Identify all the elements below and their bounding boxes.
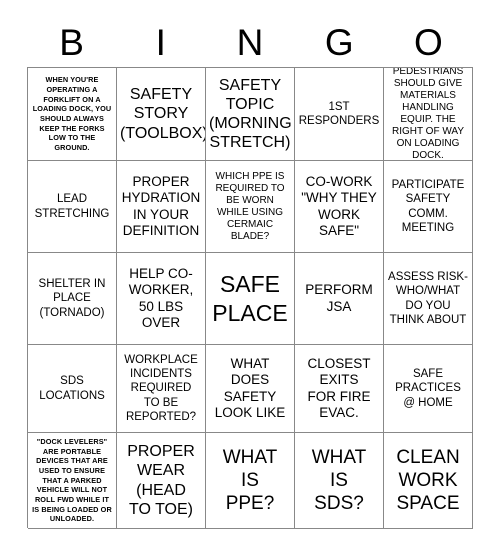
bingo-cell[interactable]: SHELTER IN PLACE (TORNADO): [28, 253, 117, 345]
bingo-cell[interactable]: PROPER WEAR (HEAD TO TOE): [117, 433, 206, 529]
bingo-cell-label: PROPER WEAR (HEAD TO TOE): [127, 443, 195, 518]
bingo-cell-label: WHAT IS SDS?: [311, 446, 367, 515]
bingo-cell[interactable]: "DOCK LEVELERS" ARE PORTABLE DEVICES THA…: [28, 433, 117, 529]
header-letter-n: N: [236, 22, 264, 63]
bingo-cell[interactable]: WHICH PPE IS REQUIRED TO BE WORN WHILE U…: [206, 161, 295, 253]
bingo-cell[interactable]: SAFE PRACTICES @ HOME: [384, 345, 473, 433]
bingo-cell-label: SAFETY TOPIC (MORNING STRETCH): [209, 76, 292, 152]
bingo-cell-label: WHAT DOES SAFETY LOOK LIKE: [214, 356, 286, 420]
header-letter-g: G: [324, 22, 354, 63]
header-letter-o: O: [414, 22, 443, 63]
bingo-cell-label: ASSESS RISK-WHO/WHAT DO YOU THINK ABOUT: [388, 271, 468, 326]
bingo-cell[interactable]: SAFETY STORY (TOOLBOX): [117, 68, 206, 161]
bingo-cell-label: LEAD STRETCHING: [34, 193, 110, 220]
bingo-cell[interactable]: PARTICIPATE SAFETY COMM. MEETING: [384, 161, 473, 253]
bingo-cell[interactable]: HELP CO- WORKER, 50 LBS OVER: [117, 253, 206, 345]
bingo-cell-label: CO-WORK "WHY THEY WORK SAFE": [301, 174, 377, 238]
bingo-cell[interactable]: WHEN YOU'RE OPERATING A FORKLIFT ON A LO…: [28, 68, 117, 161]
bingo-cell[interactable]: SDS LOCATIONS: [28, 345, 117, 433]
bingo-cell-label: SHELTER IN PLACE (TORNADO): [38, 278, 106, 319]
bingo-cell[interactable]: CO-WORK "WHY THEY WORK SAFE": [295, 161, 384, 253]
bingo-cell-label: CLOSEST EXITS FOR FIRE EVAC.: [307, 356, 371, 420]
bingo-cell-label: WHICH PPE IS REQUIRED TO BE WORN WHILE U…: [215, 170, 285, 242]
bingo-cell[interactable]: WHAT DOES SAFETY LOOK LIKE: [206, 345, 295, 433]
bingo-cell[interactable]: PROPER HYDRATION IN YOUR DEFINITION: [117, 161, 206, 253]
bingo-cell-center[interactable]: SAFE PLACE: [206, 253, 295, 345]
bingo-cell-label: SAFETY STORY (TOOLBOX): [120, 86, 206, 142]
bingo-card: B I N G O WHEN YOU'RE OPERATING A FORKLI…: [0, 0, 500, 544]
bingo-cell-label: PROPER HYDRATION IN YOUR DEFINITION: [121, 174, 201, 238]
bingo-cell-label: WORKPLACE INCIDENTS REQUIRED TO BE REPOR…: [124, 354, 198, 423]
bingo-cell[interactable]: WHAT IS SDS?: [295, 433, 384, 529]
bingo-cell-label: WHEN YOU'RE OPERATING A FORKLIFT ON A LO…: [32, 75, 112, 153]
bingo-cell-label: WHAT IS PPE?: [222, 446, 278, 515]
bingo-cell[interactable]: PERFORM JSA: [295, 253, 384, 345]
bingo-cell-label: SDS LOCATIONS: [39, 375, 105, 402]
bingo-cell-label: 1ST RESPONDERS: [298, 100, 380, 127]
bingo-cell-label: PARTICIPATE SAFETY COMM. MEETING: [391, 179, 465, 234]
bingo-cell[interactable]: ASSESS RISK-WHO/WHAT DO YOU THINK ABOUT: [384, 253, 473, 345]
header-letter-i: I: [155, 22, 166, 63]
bingo-cell-label: PERFORM JSA: [305, 282, 373, 314]
bingo-cell-label: CLEAN WORK SPACE: [396, 446, 460, 515]
bingo-header: B I N G O: [27, 18, 473, 67]
bingo-cell-label: "DOCK LEVELERS" ARE PORTABLE DEVICES THA…: [32, 436, 112, 524]
bingo-cell[interactable]: PEDESTRIANS SHOULD GIVE MATERIALS HANDLI…: [384, 68, 473, 161]
bingo-cell-label: SAFE PLACE: [212, 271, 288, 326]
bingo-cell[interactable]: SAFETY TOPIC (MORNING STRETCH): [206, 68, 295, 161]
bingo-cell[interactable]: LEAD STRETCHING: [28, 161, 117, 253]
bingo-grid: WHEN YOU'RE OPERATING A FORKLIFT ON A LO…: [27, 67, 473, 529]
bingo-cell-label: SAFE PRACTICES @ HOME: [395, 368, 461, 409]
bingo-cell-label: PEDESTRIANS SHOULD GIVE MATERIALS HANDLI…: [391, 68, 465, 161]
bingo-cell-label: HELP CO- WORKER, 50 LBS OVER: [128, 266, 194, 330]
bingo-cell[interactable]: WORKPLACE INCIDENTS REQUIRED TO BE REPOR…: [117, 345, 206, 433]
bingo-cell[interactable]: WHAT IS PPE?: [206, 433, 295, 529]
bingo-cell[interactable]: CLOSEST EXITS FOR FIRE EVAC.: [295, 345, 384, 433]
header-letter-b: B: [59, 22, 84, 63]
bingo-cell[interactable]: CLEAN WORK SPACE: [384, 433, 473, 529]
bingo-cell[interactable]: 1ST RESPONDERS: [295, 68, 384, 161]
